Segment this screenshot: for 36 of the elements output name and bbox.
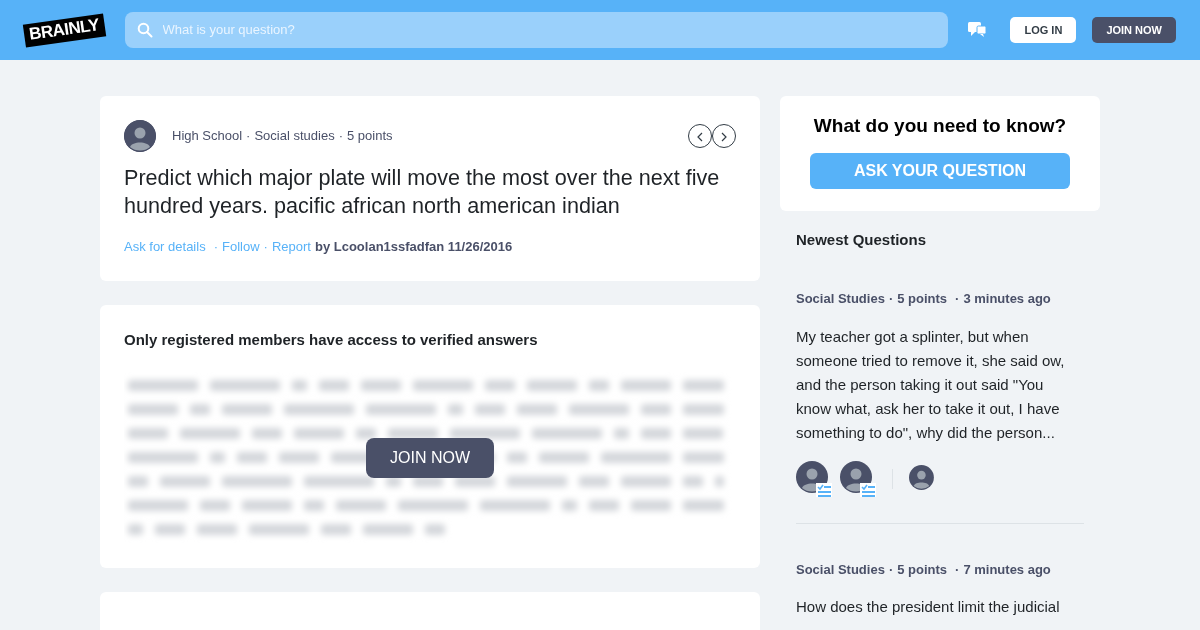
question-time: 7 minutes ago: [963, 561, 1051, 577]
question-text[interactable]: My teacher got a splinter, but when someone tried to remove it, she said ow, and the person taking it out said "You know what, ask her to take it out, I have something to do", why did the person...: [796, 324, 1084, 445]
answer-gate-title: Only registered members have access to verified answers: [124, 330, 539, 350]
separator-dot: ·: [888, 561, 894, 577]
subject-link[interactable]: Social Studies: [796, 561, 885, 577]
search-icon: [136, 22, 153, 38]
question-points: 5 points: [897, 561, 948, 577]
separator-dot: ·: [263, 239, 268, 254]
question-text[interactable]: How does the president limit the judicial: [796, 595, 1084, 619]
section-title: Newest Questions: [795, 229, 928, 250]
search-field[interactable]: What is your question?: [124, 12, 949, 48]
question-time: 3 minutes ago: [963, 291, 1051, 306]
separator-dot: ·: [955, 291, 960, 306]
separator-dot: ·: [338, 128, 343, 144]
separator-dot: ·: [213, 239, 218, 254]
separator-dot: ·: [246, 128, 251, 144]
chevron-right-icon: [720, 131, 728, 142]
login-button[interactable]: LOG IN: [1010, 16, 1077, 44]
question-text: Predict which major plate will move the most over the next five hundred years. pacific african north american indian: [124, 164, 721, 220]
separator-dot: ·: [888, 291, 894, 306]
avatar-icon: [124, 120, 156, 152]
logo[interactable]: BRAINLY: [22, 13, 106, 47]
ask-title: What do you need to know?: [812, 114, 1068, 138]
subject-link[interactable]: Social Studies: [796, 291, 885, 306]
byline: by Lcoolan1ssfadfan 11/26/2016: [314, 239, 513, 254]
next-button[interactable]: [712, 124, 736, 148]
question-meta: 5 points: [347, 128, 393, 144]
join-button[interactable]: JOIN NOW: [366, 437, 494, 478]
question-meta[interactable]: Social studies: [254, 128, 335, 144]
previous-button[interactable]: [688, 124, 712, 148]
question-points: 5 points: [897, 291, 948, 306]
chevron-left-icon: [696, 131, 704, 142]
separator-dot: ·: [955, 561, 960, 577]
join-button[interactable]: JOIN NOW: [1092, 16, 1176, 44]
question-meta[interactable]: High School: [172, 128, 243, 144]
search-input[interactable]: What is your question?: [160, 19, 937, 41]
